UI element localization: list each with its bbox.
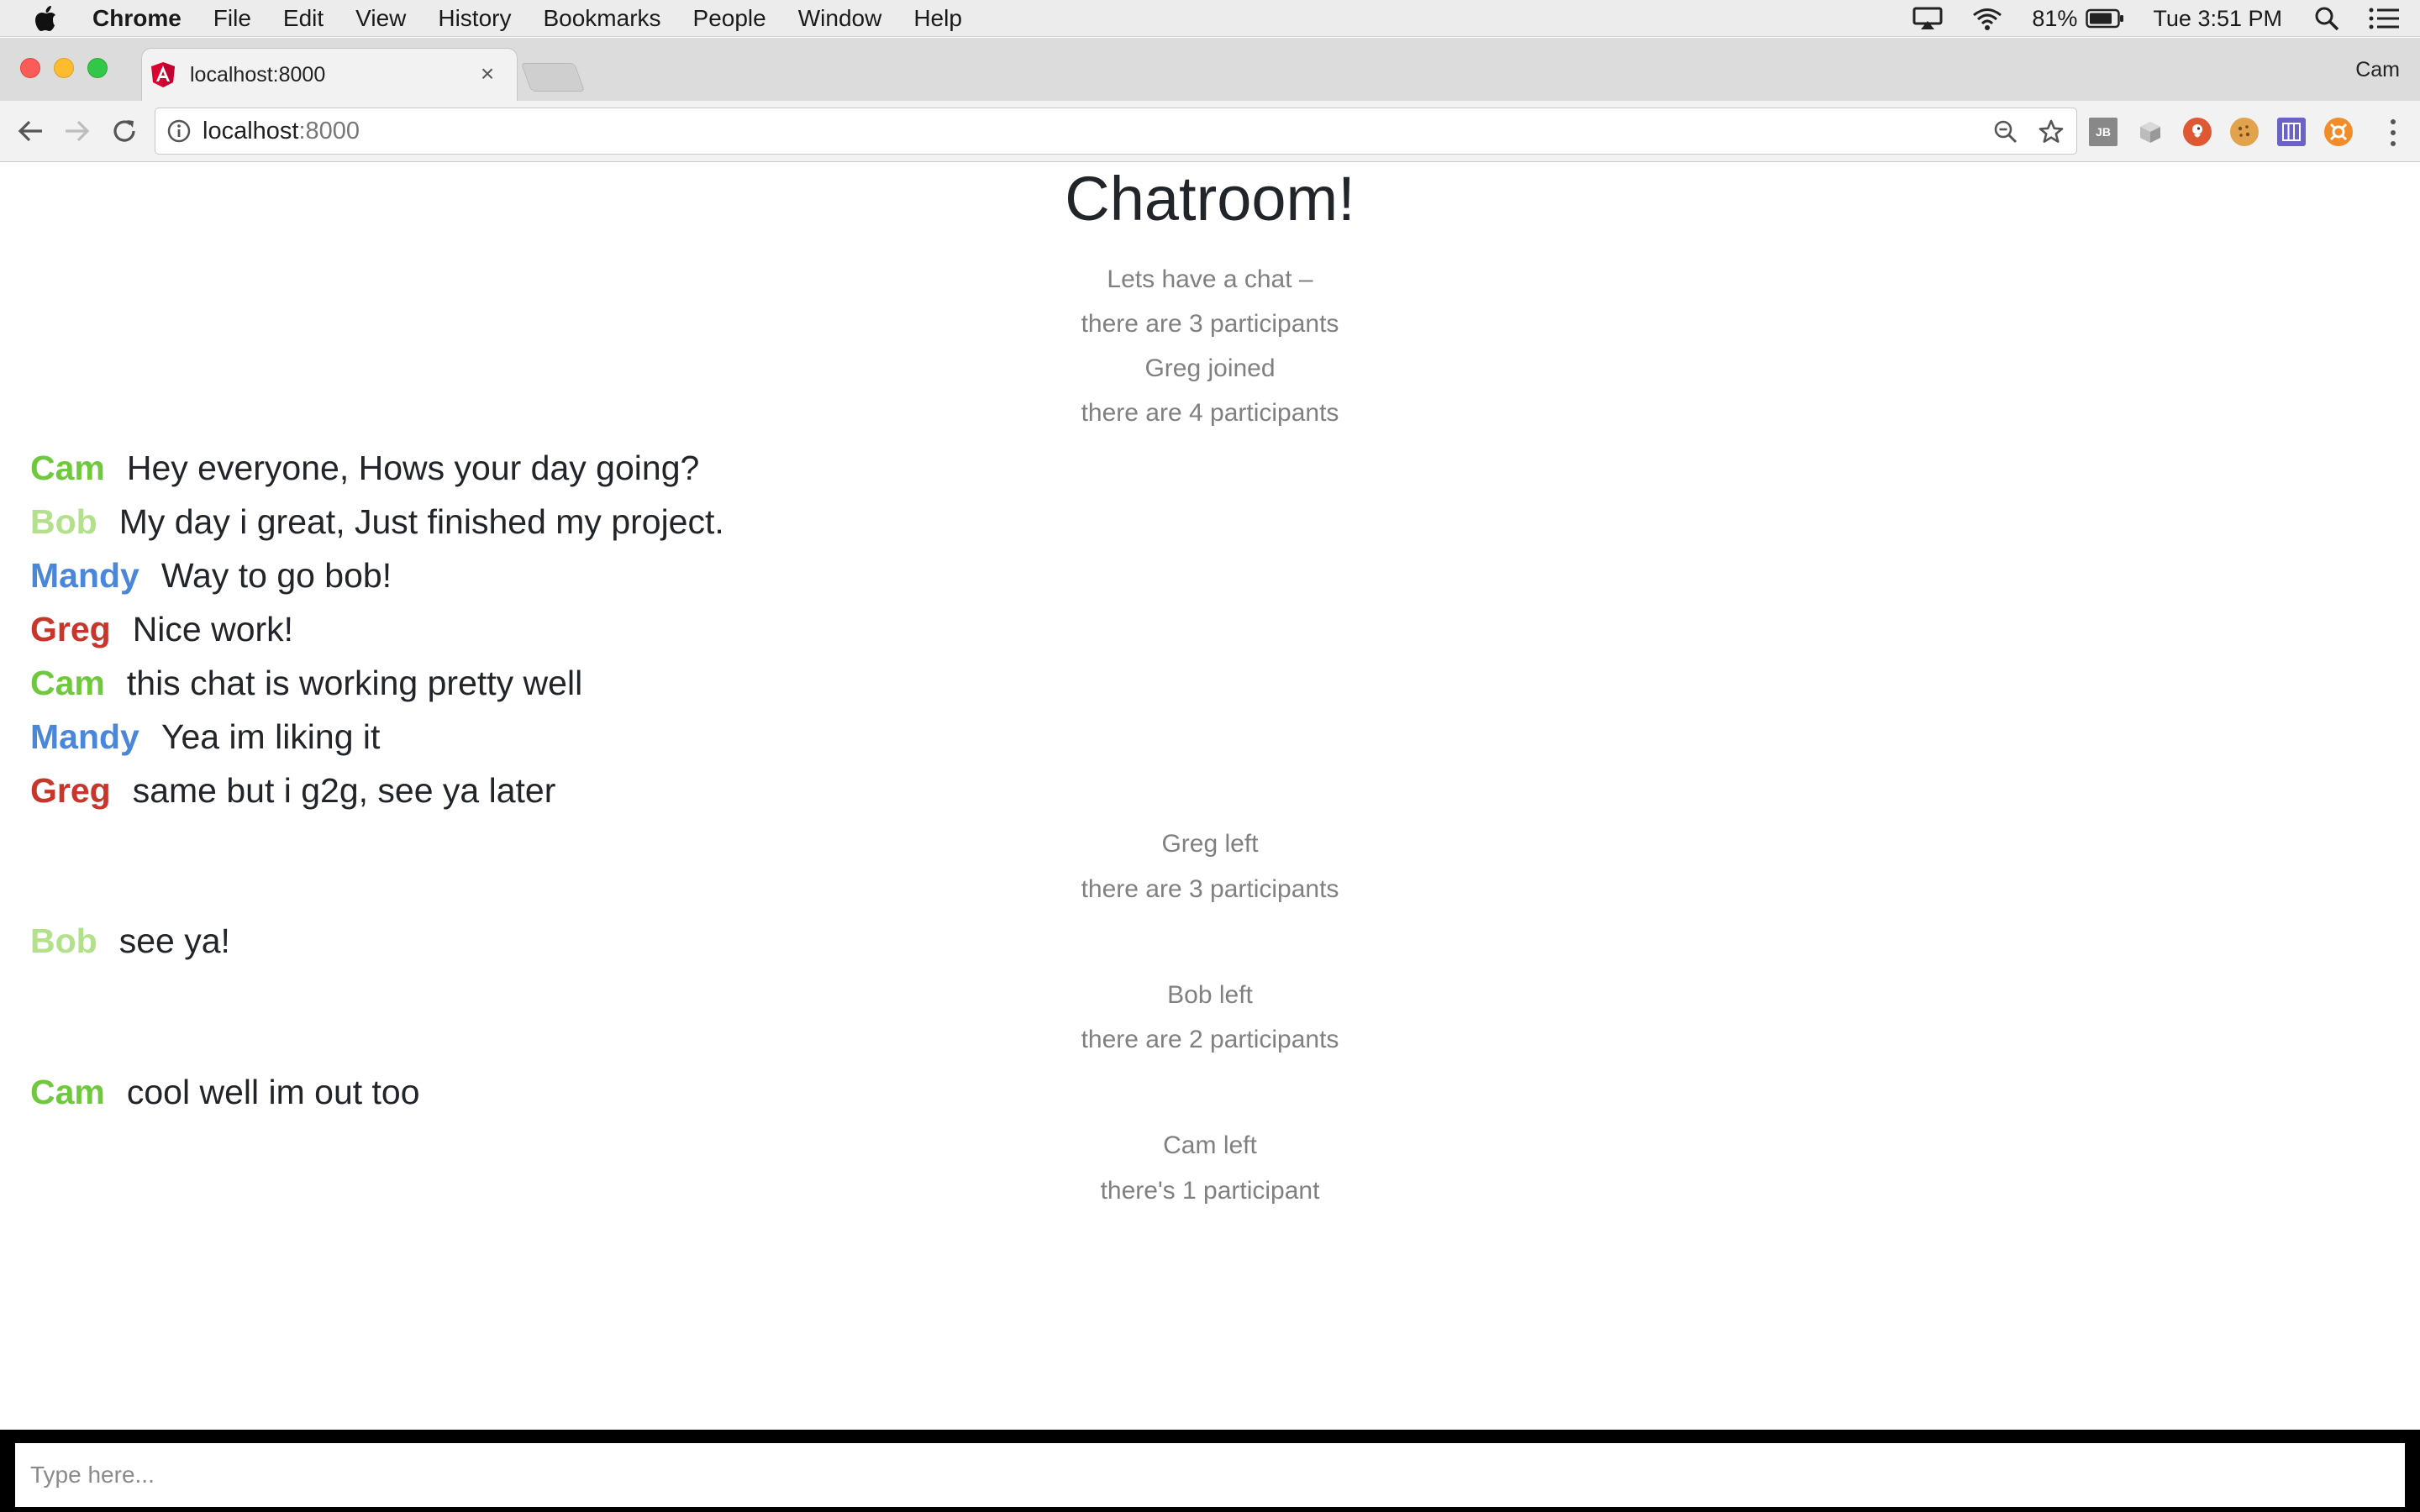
system-message: Bob left — [1167, 981, 1253, 1009]
angular-favicon-icon — [150, 61, 176, 88]
message-input[interactable] — [15, 1443, 2405, 1507]
chat-message: Greg same but i g2g, see ya later — [30, 771, 555, 811]
wifi-icon[interactable] — [1971, 7, 2003, 30]
macos-menu-bar: Chrome File Edit View History Bookmarks … — [0, 0, 2420, 37]
message-input-bar — [0, 1430, 2420, 1512]
page-title: Chatroom! — [1065, 164, 1355, 234]
window-minimize-button[interactable] — [54, 58, 74, 78]
message-text: cool well im out too — [126, 1073, 420, 1111]
menu-window[interactable]: Window — [798, 5, 882, 32]
chat-message: Cam this chat is working pretty well — [30, 664, 582, 703]
sender-name: Cam — [30, 449, 105, 487]
menu-app-chrome[interactable]: Chrome — [92, 5, 182, 32]
system-message: Greg joined — [1144, 354, 1276, 382]
menu-history[interactable]: History — [438, 5, 511, 32]
sender-name: Mandy — [30, 717, 139, 756]
sender-name: Greg — [30, 771, 111, 810]
tab-title: localhost:8000 — [190, 62, 326, 87]
message-text: Hey everyone, Hows your day going? — [126, 449, 700, 487]
message-text: My day i great, Just finished my project… — [118, 502, 724, 541]
url-port: :8000 — [298, 117, 360, 144]
message-text: see ya! — [118, 921, 230, 960]
system-message: Cam left — [1163, 1131, 1257, 1159]
chat-message: Mandy Way to go bob! — [30, 556, 392, 596]
message-text: Yea im liking it — [160, 717, 381, 756]
spotlight-search-icon[interactable] — [2314, 6, 2339, 31]
sender-name: Bob — [30, 921, 97, 960]
tab-close-icon[interactable]: × — [475, 60, 500, 87]
system-message: there are 4 participants — [1081, 399, 1339, 427]
browser-tab[interactable]: localhost:8000 × — [141, 48, 518, 101]
jetbrains-extension-icon[interactable]: JB — [2089, 118, 2118, 146]
system-message: there are 3 participants — [1081, 875, 1339, 903]
bookmark-star-icon[interactable] — [2036, 117, 2066, 147]
airplay-icon[interactable] — [1912, 7, 1943, 30]
sender-name: Bob — [30, 502, 97, 541]
message-text: Nice work! — [132, 610, 294, 648]
lifebuoy-extension-icon[interactable] — [2324, 118, 2353, 146]
apple-menu-icon[interactable] — [34, 4, 59, 33]
browser-toolbar: localhost:8000 JB — [0, 101, 2420, 162]
chat-message: Mandy Yea im liking it — [30, 717, 380, 757]
tab-strip: localhost:8000 × Cam — [0, 38, 2420, 101]
system-message: Greg left — [1161, 830, 1259, 858]
battery-icon[interactable] — [2086, 8, 2124, 29]
cookie-extension-icon[interactable] — [2230, 118, 2259, 146]
chatroom-page: Chatroom! Lets have a chat – there are 3… — [0, 163, 2420, 1440]
url-host: localhost — [203, 117, 299, 144]
profile-button[interactable]: Cam — [2355, 58, 2400, 82]
new-tab-button[interactable] — [520, 63, 586, 92]
battery-percent[interactable]: 81% — [2032, 6, 2077, 32]
system-message: there's 1 participant — [1100, 1177, 1320, 1205]
chat-message: Cam cool well im out too — [30, 1073, 420, 1112]
sender-name: Mandy — [30, 556, 139, 595]
extensions-area: JB — [2089, 118, 2371, 146]
sender-name: Greg — [30, 610, 111, 648]
chrome-menu-icon[interactable] — [2386, 116, 2400, 150]
site-info-icon[interactable] — [167, 119, 191, 143]
menu-view[interactable]: View — [355, 5, 406, 32]
menu-file[interactable]: File — [213, 5, 251, 32]
sender-name: Cam — [30, 664, 105, 702]
back-arrow-icon[interactable] — [13, 114, 47, 148]
system-message: Lets have a chat – — [1107, 265, 1313, 293]
duckduckgo-extension-icon[interactable] — [2183, 118, 2212, 146]
zoom-icon[interactable] — [1991, 117, 2021, 147]
url-text: localhost:8000 — [203, 118, 360, 145]
menu-people[interactable]: People — [693, 5, 766, 32]
chat-message: Bob see ya! — [30, 921, 230, 961]
system-message: there are 3 participants — [1081, 310, 1339, 338]
grid-extension-icon[interactable] — [2277, 118, 2306, 146]
menu-edit[interactable]: Edit — [283, 5, 324, 32]
cube-extension-icon[interactable] — [2136, 118, 2165, 146]
chat-message: Greg Nice work! — [30, 610, 293, 649]
status-area: 81% Tue 3:51 PM — [1912, 0, 2420, 37]
reload-icon[interactable] — [108, 114, 141, 148]
chat-message: Bob My day i great, Just finished my pro… — [30, 502, 724, 542]
menu-help[interactable]: Help — [913, 5, 962, 32]
address-bar[interactable]: localhost:8000 — [155, 108, 2077, 155]
chat-message: Cam Hey everyone, Hows your day going? — [30, 449, 699, 488]
notification-center-icon[interactable] — [2368, 7, 2400, 30]
message-text: this chat is working pretty well — [126, 664, 583, 702]
clock[interactable]: Tue 3:51 PM — [2153, 6, 2282, 32]
message-text: same but i g2g, see ya later — [132, 771, 556, 810]
message-text: Way to go bob! — [160, 556, 392, 595]
omnibox-actions — [1975, 117, 2066, 147]
forward-arrow-icon[interactable] — [60, 114, 94, 148]
system-message: there are 2 participants — [1081, 1026, 1339, 1053]
window-close-button[interactable] — [20, 58, 40, 78]
menu-bookmarks[interactable]: Bookmarks — [543, 5, 660, 32]
sender-name: Cam — [30, 1073, 105, 1111]
window-zoom-button[interactable] — [87, 58, 108, 78]
